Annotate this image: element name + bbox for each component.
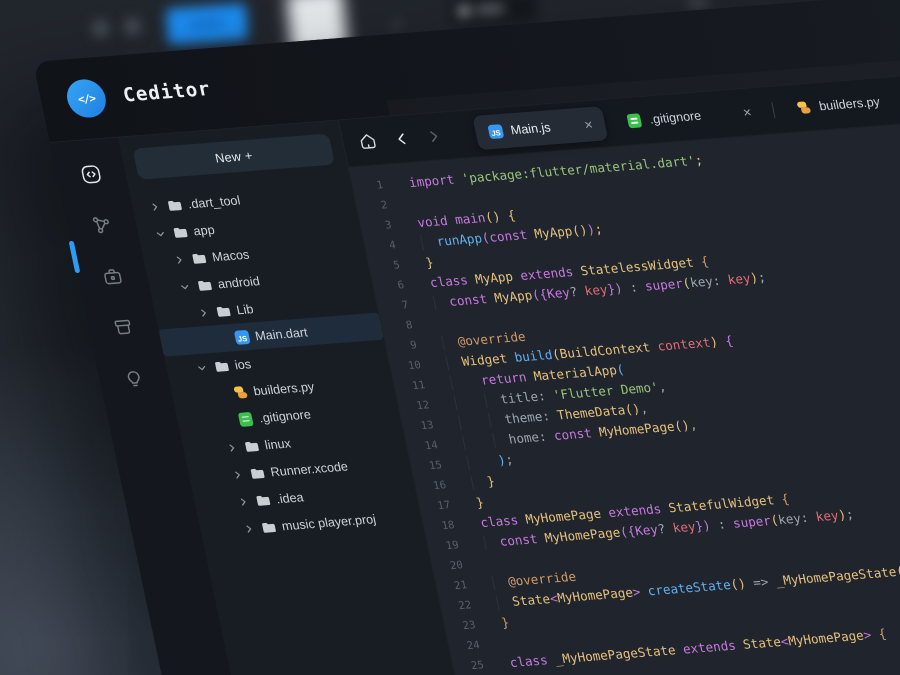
line-number: 16 bbox=[414, 475, 448, 497]
rail-item-lightbulb-icon[interactable] bbox=[95, 350, 174, 406]
line-number: 2 bbox=[355, 195, 389, 217]
tree-item-label: .idea bbox=[275, 490, 305, 506]
chevron-down-icon[interactable] bbox=[153, 227, 168, 240]
line-number: 7 bbox=[376, 295, 410, 317]
folder-icon bbox=[254, 492, 272, 508]
tree-item-label: app bbox=[192, 222, 216, 238]
tab-separator bbox=[772, 102, 776, 118]
tree-item-label: music player.proj bbox=[280, 512, 377, 533]
line-number: 24 bbox=[448, 635, 482, 657]
backdrop-circle-icon bbox=[92, 20, 109, 37]
close-icon[interactable]: × bbox=[742, 105, 753, 120]
line-number: 5 bbox=[368, 255, 402, 277]
gitignore-file-icon bbox=[237, 411, 255, 427]
code-line-text: ▏ } bbox=[444, 471, 497, 495]
home-icon[interactable] bbox=[356, 131, 380, 153]
code-line-text bbox=[461, 553, 491, 575]
chevron-right-icon[interactable] bbox=[225, 441, 240, 454]
line-number: 1 bbox=[351, 175, 385, 197]
code-line-text bbox=[478, 633, 508, 655]
app-body: New + .dart_toolappMacosandroidLibJSMain… bbox=[50, 60, 900, 675]
tree-item-label: builders.py bbox=[252, 379, 315, 398]
back-icon[interactable] bbox=[392, 130, 411, 147]
backdrop-circle-icon bbox=[124, 18, 141, 35]
js-file-icon: JS bbox=[486, 124, 504, 140]
line-number: 17 bbox=[418, 495, 452, 517]
js-file-icon: JS bbox=[233, 329, 251, 345]
line-number: 9 bbox=[385, 335, 419, 357]
backdrop-blue-button bbox=[166, 3, 248, 44]
line-number: 4 bbox=[364, 235, 398, 257]
tab-label: .gitignore bbox=[648, 109, 702, 127]
folder-icon bbox=[190, 250, 208, 266]
folder-icon bbox=[212, 358, 230, 374]
python-file-icon bbox=[231, 384, 249, 400]
folder-icon bbox=[195, 277, 213, 293]
code-line-text bbox=[385, 193, 415, 215]
chevron-right-icon[interactable] bbox=[172, 253, 187, 266]
tab-label: builders.py bbox=[818, 95, 881, 114]
tab-label: Main.js bbox=[509, 120, 552, 137]
tree-item-label: Runner.xcode bbox=[269, 459, 349, 479]
stage: ✓ </> Ceditor New + .dart_toolappMacosan… bbox=[0, 0, 900, 675]
forward-icon[interactable] bbox=[424, 128, 443, 145]
chevron-right-icon[interactable] bbox=[242, 522, 257, 535]
code-line-text: } bbox=[448, 493, 486, 516]
line-number: 12 bbox=[397, 395, 431, 417]
tree-item-label: .dart_tool bbox=[186, 193, 241, 211]
line-number: 21 bbox=[435, 575, 469, 597]
chevron-down-icon[interactable] bbox=[178, 280, 193, 293]
tree-item-label: linux bbox=[263, 436, 292, 452]
folder-icon bbox=[259, 519, 277, 535]
tree-item-label: Macos bbox=[211, 247, 251, 264]
chevron-down-icon[interactable] bbox=[195, 361, 210, 374]
line-number: 14 bbox=[406, 435, 440, 457]
line-number: 3 bbox=[359, 215, 393, 237]
tree-item-label: .gitignore bbox=[258, 407, 312, 425]
line-number: 18 bbox=[422, 515, 456, 537]
app-title: Ceditor bbox=[121, 78, 213, 107]
rail-item-code-icon[interactable] bbox=[52, 146, 131, 202]
rail-item-briefcase-icon[interactable] bbox=[73, 248, 152, 304]
backdrop-dash bbox=[688, 0, 708, 6]
chevron-right-icon[interactable] bbox=[148, 200, 163, 213]
tab--gitignore[interactable]: .gitignore × bbox=[611, 94, 767, 140]
tree-item-label: Main.dart bbox=[254, 325, 309, 343]
line-number: 8 bbox=[380, 315, 414, 337]
line-number: 19 bbox=[427, 535, 461, 557]
code-line-text: } bbox=[473, 613, 511, 636]
line-number: 11 bbox=[393, 375, 427, 397]
tab-builders-py[interactable]: builders.py× bbox=[781, 78, 900, 126]
tree-item-label: ios bbox=[233, 357, 252, 372]
close-icon[interactable]: × bbox=[583, 117, 594, 132]
line-number: 13 bbox=[401, 415, 435, 437]
folder-icon bbox=[248, 465, 266, 481]
python-file-icon bbox=[795, 100, 813, 116]
chevron-right-icon[interactable] bbox=[236, 495, 251, 508]
ceditor-window: </> Ceditor New + .dart_toolapp Macos andr… bbox=[33, 0, 900, 675]
chevron-right-icon[interactable] bbox=[196, 306, 211, 319]
gitignore-file-icon bbox=[625, 113, 643, 129]
rail-item-archive-box-icon[interactable] bbox=[84, 299, 163, 355]
app-logo-icon: </> bbox=[63, 78, 109, 119]
folder-icon bbox=[214, 303, 232, 319]
line-number: 6 bbox=[372, 275, 406, 297]
line-number: 25 bbox=[452, 655, 486, 675]
line-number: 23 bbox=[443, 615, 477, 637]
chevron-right-icon[interactable] bbox=[230, 468, 245, 481]
line-number: 10 bbox=[389, 355, 423, 377]
tree-item-label: android bbox=[216, 274, 261, 291]
folder-icon bbox=[171, 224, 189, 240]
line-number: 22 bbox=[439, 595, 473, 617]
line-number: 20 bbox=[431, 555, 465, 577]
tab-main-js[interactable]: JS Main.js × bbox=[472, 106, 608, 150]
code-line-text bbox=[410, 313, 440, 335]
folder-icon bbox=[165, 197, 183, 213]
folder-icon bbox=[242, 438, 260, 454]
new-file-button[interactable]: New + bbox=[133, 133, 336, 179]
tree-item-label: Lib bbox=[235, 302, 255, 317]
line-number: 15 bbox=[410, 455, 444, 477]
code-line-text: } bbox=[398, 253, 436, 276]
